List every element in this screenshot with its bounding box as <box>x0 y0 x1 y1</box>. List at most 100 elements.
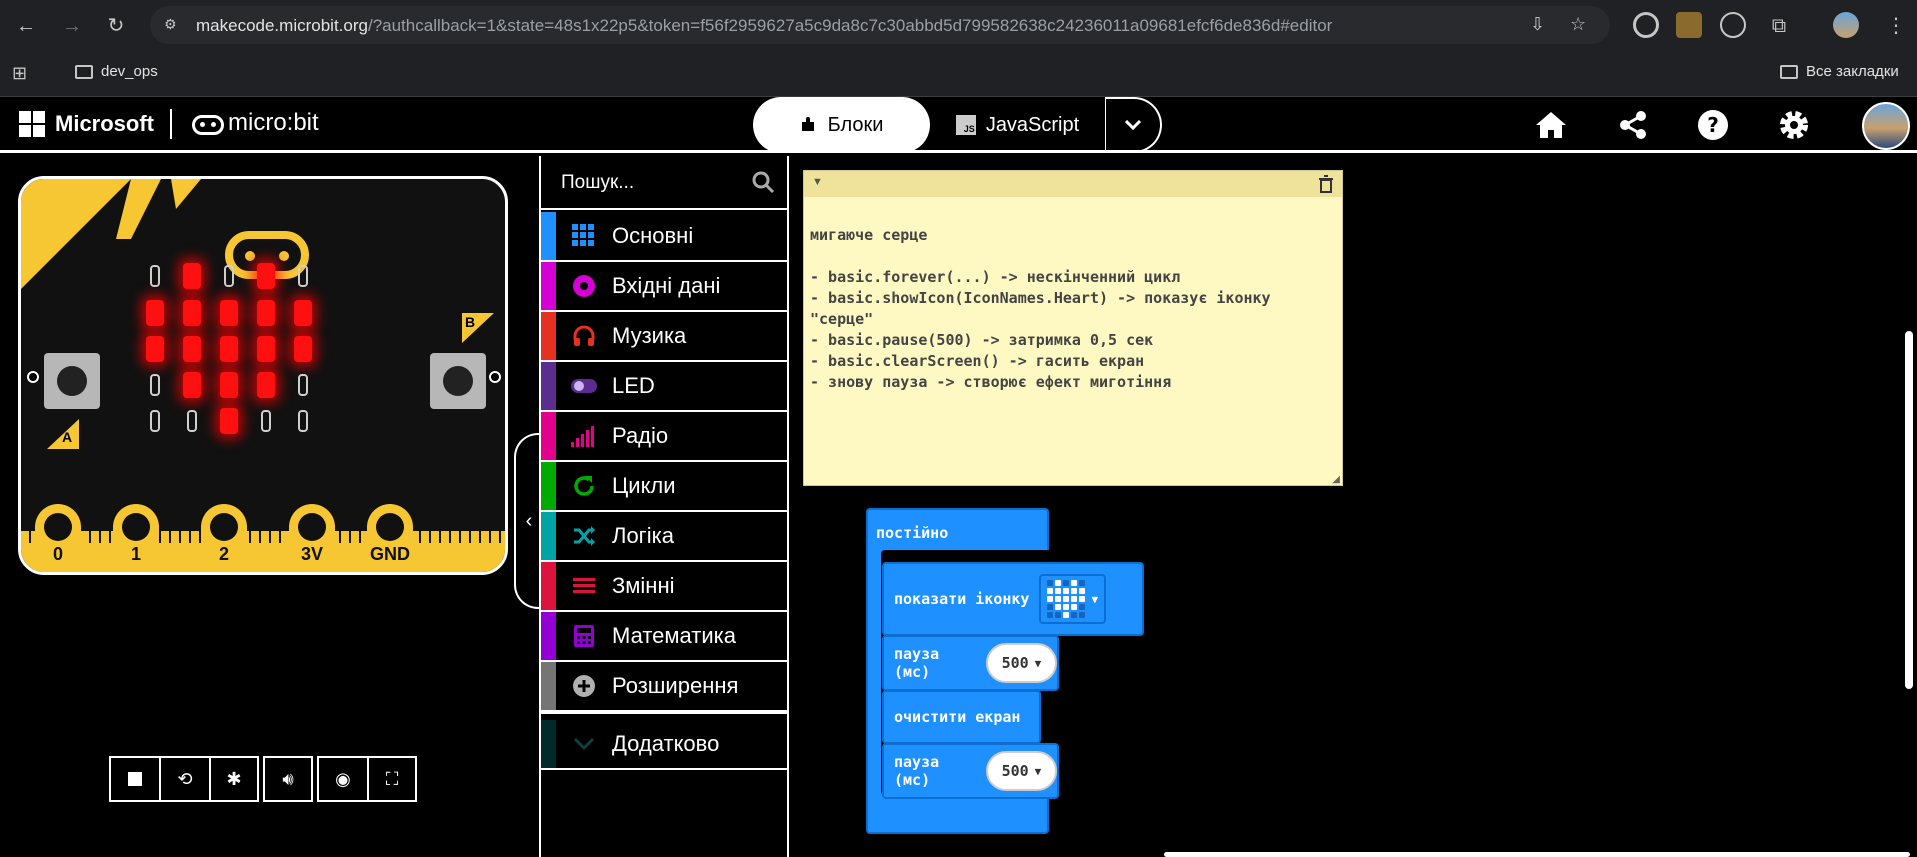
all-bookmarks-label: Все закладки <box>1806 63 1899 80</box>
loop-icon <box>556 474 612 498</box>
bookmark-folder-dev-ops[interactable]: dev_ops <box>75 63 158 80</box>
vertical-scrollbar[interactable] <box>1905 331 1913 689</box>
category-item[interactable]: Основні <box>541 212 789 262</box>
pause-block-1[interactable]: пауза (мс) 500 ▼ <box>882 635 1059 691</box>
screenshot-button[interactable]: ◉ <box>317 756 367 802</box>
heart-icon <box>1047 580 1086 618</box>
bookmark-star-icon[interactable]: ☆ <box>1570 14 1586 35</box>
led-pixel <box>298 265 308 287</box>
forward-icon[interactable]: → <box>56 10 88 42</box>
category-item[interactable]: Вхідні дані <box>541 262 789 312</box>
category-label: Математика <box>612 623 736 648</box>
button-a-text: A <box>62 429 73 445</box>
stop-button[interactable] <box>109 756 159 802</box>
url-text[interactable]: makecode.microbit.org/?authcallback=1&st… <box>196 16 1332 36</box>
button-a[interactable] <box>44 353 100 409</box>
category-color-bar <box>541 720 556 768</box>
pin-label: 3V <box>300 544 324 564</box>
category-advanced[interactable]: Додатково <box>541 720 789 770</box>
led-pixel <box>220 372 238 398</box>
collapse-simulator-button[interactable]: ‹ <box>514 433 542 609</box>
dropdown-arrow-icon: ▼ <box>1091 592 1099 606</box>
comment-collapse-icon[interactable]: ▼ <box>812 176 823 188</box>
tab-blocks-label: Блоки <box>827 113 884 136</box>
clear-screen-block[interactable]: очистити екран <box>882 690 1041 744</box>
help-icon[interactable]: ? <box>1695 107 1731 143</box>
plus-icon <box>556 674 612 698</box>
editor-mode-dropdown[interactable] <box>1105 97 1162 153</box>
pin-hole <box>122 513 150 541</box>
heart-pixel <box>1047 604 1054 610</box>
resize-handle-icon[interactable]: ◢ <box>1332 474 1340 485</box>
category-item[interactable]: Розширення <box>541 662 789 712</box>
restart-button[interactable]: ⟲ <box>159 756 209 802</box>
toggle-icon <box>556 376 612 396</box>
microsoft-brand[interactable]: Microsoft <box>55 111 154 137</box>
tab-javascript[interactable]: JS JavaScript <box>930 97 1105 153</box>
heart-pixel <box>1055 596 1062 602</box>
all-bookmarks[interactable]: Все закладки <box>1780 63 1899 80</box>
profile-icon[interactable] <box>1833 12 1859 38</box>
pin-label: 1 <box>130 544 141 564</box>
heart-pixel <box>1079 588 1086 594</box>
category-item[interactable]: Логіка <box>541 512 789 562</box>
reload-icon[interactable]: ↻ <box>100 10 132 42</box>
pause-value-dropdown[interactable]: 500 ▼ <box>985 751 1057 791</box>
apps-grid-icon[interactable]: ⊞ <box>12 63 27 84</box>
heart-pixel <box>1063 612 1070 618</box>
toolbox-divider <box>541 712 789 714</box>
edge-connector <box>21 531 505 572</box>
address-bar[interactable]: ⚙ makecode.microbit.org/?authcallback=1&… <box>150 6 1610 44</box>
site-info-icon[interactable]: ⚙ <box>164 16 182 34</box>
microbit-logo-icon[interactable] <box>192 115 224 135</box>
category-item[interactable]: Радіо <box>541 412 789 462</box>
extension-icon-2[interactable] <box>1676 12 1702 38</box>
search-icon[interactable] <box>751 170 775 194</box>
comment-text[interactable]: мигаюче серце - basic.forever(...) -> не… <box>810 225 1271 393</box>
microbit-brand[interactable]: micro:bit <box>228 109 319 137</box>
install-app-icon[interactable]: ⇩ <box>1530 14 1545 35</box>
gear-icon[interactable] <box>1776 107 1812 143</box>
icon-picker-dropdown[interactable]: ▼ <box>1039 574 1107 624</box>
heart-pixel <box>1047 580 1054 586</box>
debug-button[interactable]: ✱ <box>209 756 259 802</box>
category-item[interactable]: Математика <box>541 612 789 662</box>
led-pixel <box>257 263 275 289</box>
show-icon-block[interactable]: показати іконку ▼ <box>882 562 1144 636</box>
category-color-bar <box>541 562 556 610</box>
extension-icon-3[interactable] <box>1720 12 1746 38</box>
search-input[interactable]: Пошук... <box>541 156 789 210</box>
category-color-bar <box>541 462 556 510</box>
chevron-down-icon <box>556 737 612 751</box>
pause-value-dropdown[interactable]: 500 ▼ <box>985 643 1057 683</box>
category-color-bar <box>541 612 556 660</box>
category-label: Основні <box>612 223 694 248</box>
button-b-text: B <box>465 314 476 330</box>
workspace-comment[interactable]: ▼ мигаюче серце - basic.forever(...) -> … <box>803 170 1343 486</box>
microsoft-logo-icon[interactable] <box>19 111 45 137</box>
blocks-workspace[interactable]: ▼ мигаюче серце - basic.forever(...) -> … <box>789 156 1917 857</box>
heart-pixel <box>1063 588 1070 594</box>
category-label: Вхідні дані <box>612 273 721 298</box>
home-icon[interactable] <box>1533 107 1569 143</box>
back-icon[interactable]: ← <box>10 10 42 42</box>
tab-blocks[interactable]: Блоки <box>753 97 930 153</box>
trash-icon[interactable] <box>1318 175 1334 193</box>
avatar[interactable] <box>1862 102 1910 150</box>
pin-hole <box>210 513 238 541</box>
category-item[interactable]: Змінні <box>541 562 789 612</box>
category-item[interactable]: LED <box>541 362 789 412</box>
category-item[interactable]: Цикли <box>541 462 789 512</box>
share-icon[interactable] <box>1615 107 1651 143</box>
browser-menu-icon[interactable]: ⋮ <box>1880 10 1912 42</box>
pin-label: 2 <box>218 544 229 564</box>
mute-button[interactable]: 🔊︎ <box>263 756 313 802</box>
button-b[interactable] <box>430 353 486 409</box>
extension-icon-1[interactable] <box>1633 12 1659 38</box>
extensions-puzzle-icon[interactable]: ⧉ <box>1763 10 1795 42</box>
led-pixel <box>220 300 238 326</box>
fullscreen-button[interactable]: ⛶ <box>367 756 417 802</box>
horizontal-scrollbar[interactable] <box>1164 852 1910 857</box>
category-item[interactable]: Музика <box>541 312 789 362</box>
pause-block-2[interactable]: пауза (мс) 500 ▼ <box>882 743 1059 799</box>
